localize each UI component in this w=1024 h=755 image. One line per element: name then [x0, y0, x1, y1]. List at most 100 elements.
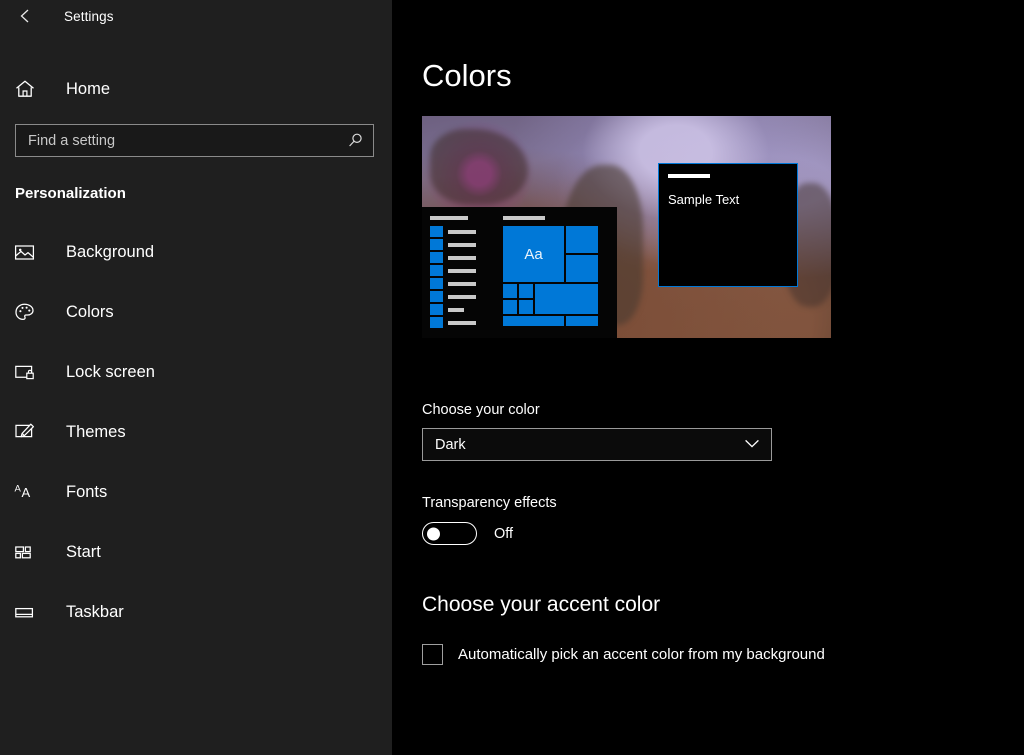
- app-list-item: [430, 226, 482, 237]
- settings-window: Settings Home Personalization: [0, 0, 1024, 755]
- lock-screen-icon: [14, 362, 44, 383]
- tile-row: [503, 300, 533, 314]
- app-name-line: [448, 268, 476, 273]
- app-tile-square: [430, 265, 443, 276]
- choose-color-dropdown[interactable]: Dark: [422, 428, 772, 461]
- fonts-icon: A A: [14, 482, 44, 503]
- page-title: Colors: [422, 58, 512, 93]
- toggle-knob: [427, 527, 440, 540]
- start-menu-preview: Aa: [422, 207, 617, 338]
- transparency-toggle[interactable]: [422, 522, 477, 545]
- window-title-line: [668, 174, 710, 178]
- transparency-label: Transparency effects: [422, 495, 557, 511]
- tile: [503, 300, 517, 314]
- image-icon: [14, 242, 44, 263]
- sidebar-item-themes[interactable]: Themes: [0, 414, 392, 450]
- app-tile-square: [430, 226, 443, 237]
- sidebar-item-background[interactable]: Background: [0, 234, 392, 270]
- start-app-list: [430, 216, 482, 338]
- wallpaper-figure: [430, 129, 529, 205]
- sidebar-item-label: Start: [66, 542, 101, 561]
- sample-text: Sample Text: [668, 192, 740, 207]
- content-area: Colors Aa Sample Text Choose your color …: [392, 0, 1024, 755]
- app-name-line: [448, 281, 476, 286]
- accent-heading: Choose your accent color: [422, 593, 661, 616]
- app-name-line: [448, 229, 476, 234]
- app-list-item: [430, 317, 482, 328]
- sidebar-item-lock-screen[interactable]: Lock screen: [0, 354, 392, 390]
- app-name-line: [448, 255, 476, 260]
- app-list-items: [430, 226, 482, 328]
- home-icon: [14, 78, 44, 100]
- start-tile-area: Aa: [503, 216, 598, 338]
- sidebar-item-label: Fonts: [66, 482, 108, 501]
- tile: [519, 300, 533, 314]
- back-button[interactable]: [12, 1, 46, 31]
- app-tile-square: [430, 304, 443, 315]
- tile: [535, 284, 598, 314]
- sidebar-item-home[interactable]: Home: [0, 69, 392, 109]
- sidebar-item-label: Colors: [66, 302, 114, 321]
- theme-preview: Aa Sample Text: [422, 116, 831, 338]
- start-tiles-icon: [14, 542, 44, 563]
- sidebar-item-label: Background: [66, 242, 155, 261]
- search-box[interactable]: [15, 124, 374, 157]
- app-list-item: [430, 252, 482, 263]
- tile-row: Aa: [503, 226, 598, 282]
- app-list-item: [430, 265, 482, 276]
- tile-row: [503, 284, 533, 298]
- taskbar-icon: [14, 602, 44, 623]
- tile: [503, 316, 564, 326]
- tile-column: [566, 226, 598, 282]
- sidebar-item-label: Lock screen: [66, 362, 155, 381]
- sidebar-item-start[interactable]: Start: [0, 534, 392, 570]
- tile: [566, 316, 598, 326]
- tile-aa: Aa: [503, 226, 564, 282]
- sidebar-item-label: Themes: [66, 422, 126, 441]
- transparency-state: Off: [494, 525, 514, 542]
- transparency-row: Off: [422, 522, 1024, 545]
- app-tile-square: [430, 239, 443, 250]
- svg-text:A: A: [22, 485, 31, 500]
- auto-accent-label: Automatically pick an accent color from …: [458, 646, 825, 663]
- tile-row: [503, 284, 598, 314]
- tile-quad-group: [503, 284, 533, 314]
- auto-accent-checkbox[interactable]: [422, 644, 443, 665]
- tile-group-header-line: [503, 216, 545, 220]
- app-title: Settings: [64, 8, 114, 24]
- palette-icon: [14, 302, 44, 323]
- sidebar-nav: Background Colors Lock screen Themes A A…: [0, 234, 392, 630]
- title-bar: Settings: [0, 0, 392, 32]
- tile: [503, 284, 517, 298]
- chevron-down-icon: [744, 436, 760, 454]
- home-label: Home: [66, 79, 111, 98]
- back-arrow-icon: [19, 8, 39, 24]
- sidebar-item-label: Taskbar: [66, 602, 124, 621]
- sample-window-preview: Sample Text: [658, 163, 798, 287]
- auto-accent-row[interactable]: Automatically pick an accent color from …: [422, 644, 1024, 665]
- search-input[interactable]: [16, 125, 373, 156]
- tile: [519, 284, 533, 298]
- app-list-item: [430, 278, 482, 289]
- app-list-header-line: [430, 216, 468, 220]
- sidebar: Settings Home Personalization: [0, 0, 392, 755]
- app-name-line: [448, 294, 476, 299]
- app-list-item: [430, 291, 482, 302]
- app-tile-square: [430, 278, 443, 289]
- app-tile-square: [430, 291, 443, 302]
- app-name-line: [448, 242, 476, 247]
- tile: [566, 226, 598, 253]
- sidebar-item-colors[interactable]: Colors: [0, 294, 392, 330]
- app-name-line: [448, 307, 464, 312]
- svg-text:A: A: [15, 483, 22, 494]
- app-name-line: [448, 320, 476, 325]
- app-tile-square: [430, 317, 443, 328]
- tile: [566, 255, 598, 282]
- sidebar-item-taskbar[interactable]: Taskbar: [0, 594, 392, 630]
- search-icon[interactable]: [346, 132, 364, 150]
- brush-icon: [14, 422, 44, 443]
- choose-color-value: Dark: [435, 436, 466, 453]
- choose-color-label: Choose your color: [422, 402, 540, 418]
- tile-row: [503, 316, 598, 326]
- sidebar-item-fonts[interactable]: A A Fonts: [0, 474, 392, 510]
